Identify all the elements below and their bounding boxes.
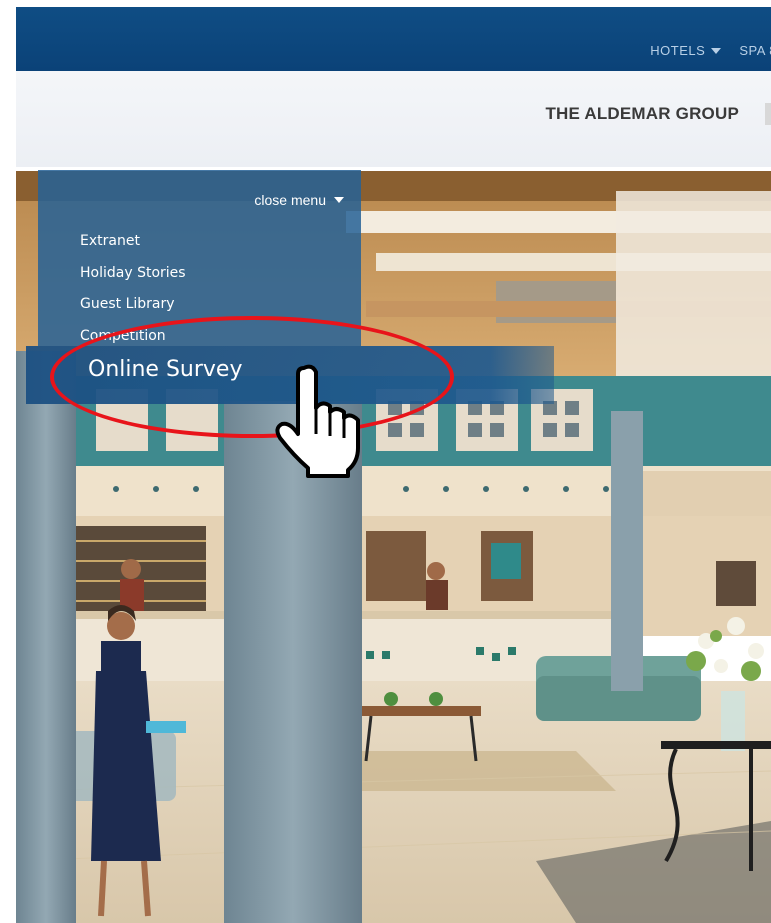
caret-down-icon <box>334 197 344 203</box>
menu-item-extranet[interactable]: Extranet <box>80 230 186 262</box>
nav-hotels[interactable]: HOTELS <box>650 43 722 58</box>
close-menu-button[interactable]: close menu <box>254 192 344 208</box>
brand-title[interactable]: THE ALDEMAR GROUP <box>545 104 739 124</box>
close-menu-label: close menu <box>254 192 326 208</box>
top-navigation-bar: HOTELS SPA 8 <box>16 7 771 71</box>
menu-item-guest-library[interactable]: Guest Library <box>80 293 186 325</box>
brand-divider <box>765 103 771 125</box>
menu-item-holiday-stories[interactable]: Holiday Stories <box>80 262 186 294</box>
nav-hotels-label: HOTELS <box>650 43 706 58</box>
menu-item-online-survey[interactable]: Online Survey <box>88 357 242 382</box>
caret-down-icon <box>711 47 722 54</box>
nav-spa-label: SPA 8 <box>739 43 771 58</box>
top-nav: HOTELS SPA 8 <box>650 43 771 58</box>
menu-list: Extranet Holiday Stories Guest Library C… <box>80 230 186 356</box>
nav-spa[interactable]: SPA 8 <box>739 43 771 58</box>
dropdown-menu-panel: close menu Extranet Holiday Stories Gues… <box>38 170 361 346</box>
brand-bar: THE ALDEMAR GROUP <box>16 71 771 167</box>
pointing-hand-cursor-icon <box>275 364 360 478</box>
